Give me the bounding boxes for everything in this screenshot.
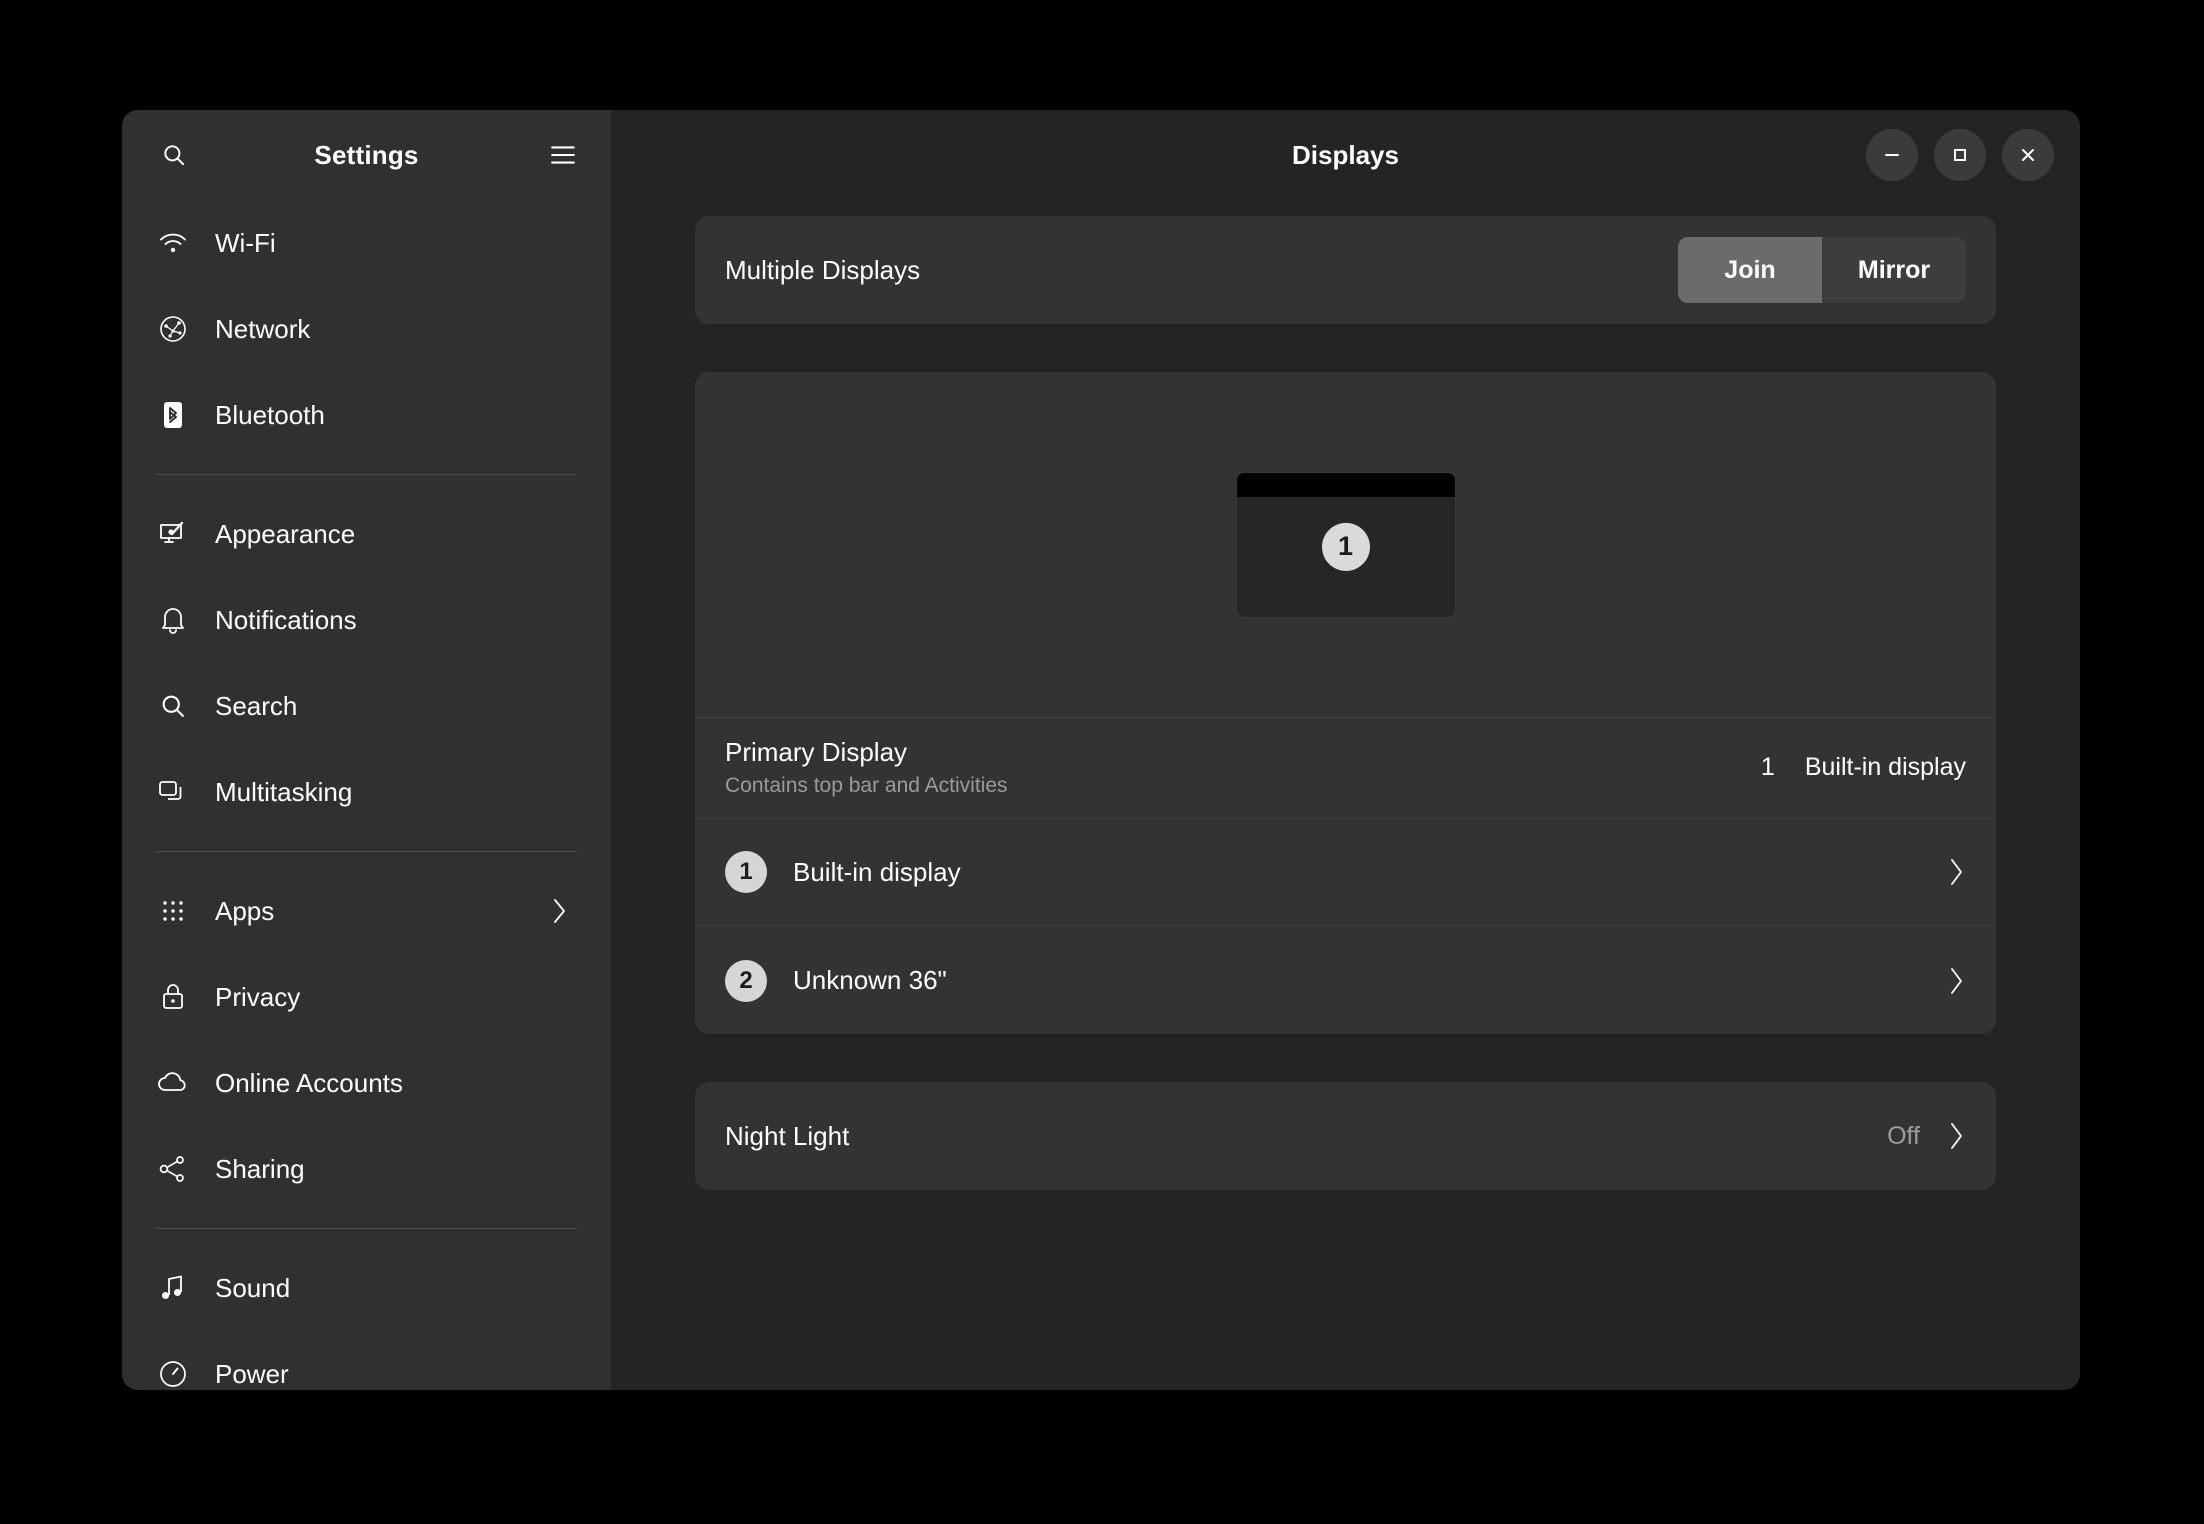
search-icon[interactable] <box>152 133 196 177</box>
sidebar-divider <box>156 1228 577 1229</box>
sidebar-item-multitasking[interactable]: Multitasking <box>146 749 587 835</box>
chevron-right-icon <box>1946 855 1966 889</box>
night-light-row[interactable]: Night Light Off <box>695 1082 1996 1190</box>
bell-icon <box>156 603 190 637</box>
chevron-right-icon <box>1946 964 1966 998</box>
monitor-number-badge: 1 <box>1321 522 1370 571</box>
close-icon[interactable] <box>2002 129 2054 181</box>
sidebar-item-network[interactable]: Network <box>146 286 587 372</box>
night-light-value: Off <box>1887 1121 1920 1150</box>
sidebar-item-privacy[interactable]: Privacy <box>146 954 587 1040</box>
music-note-icon <box>156 1271 190 1305</box>
chevron-right-icon <box>549 895 569 927</box>
sidebar-item-label: Search <box>215 690 298 721</box>
search-icon <box>156 689 190 723</box>
grid-apps-icon <box>156 894 190 928</box>
multiple-displays-label: Multiple Displays <box>725 254 921 285</box>
join-button[interactable]: Join <box>1678 237 1822 303</box>
night-light-card: Night Light Off <box>695 1082 1996 1190</box>
power-icon <box>156 1357 190 1390</box>
sidebar-item-power[interactable]: Power <box>146 1331 587 1390</box>
lock-icon <box>156 980 190 1014</box>
monitor-thumbnail-1[interactable]: 1 <box>1235 471 1456 618</box>
sidebar: Settings Wi-Fi Network Bluetooth Appeara… <box>122 110 611 1390</box>
primary-display-number: 1 <box>1760 753 1775 781</box>
night-light-end: Off <box>1887 1119 1966 1153</box>
display-name: Unknown 36" <box>793 965 947 995</box>
sidebar-item-search[interactable]: Search <box>146 663 587 749</box>
sidebar-item-label: Apps <box>215 895 275 926</box>
display-row-2[interactable]: 2 Unknown 36" <box>695 926 1996 1034</box>
minimize-icon[interactable] <box>1866 129 1918 181</box>
sidebar-item-label: Multitasking <box>215 776 353 807</box>
network-icon <box>156 312 190 346</box>
appearance-icon <box>156 517 190 551</box>
sidebar-item-label: Appearance <box>215 518 356 549</box>
sidebar-item-label: Network <box>215 313 311 344</box>
share-icon <box>156 1152 190 1186</box>
settings-window: Settings Wi-Fi Network Bluetooth Appeara… <box>122 110 2080 1390</box>
page-title: Displays <box>1292 139 1399 170</box>
sidebar-item-wifi[interactable]: Wi-Fi <box>146 200 587 286</box>
multitasking-icon <box>156 775 190 809</box>
bluetooth-icon <box>156 398 190 432</box>
primary-display-row[interactable]: Primary Display Contains top bar and Act… <box>695 718 1996 818</box>
sidebar-item-apps[interactable]: Apps <box>146 868 587 954</box>
monitor-topbar <box>1236 472 1455 497</box>
main-pane: Displays Multiple Displays Join Mirror 1… <box>611 110 2080 1390</box>
display-row-end <box>1946 855 1966 889</box>
display-number-badge: 2 <box>725 959 767 1002</box>
sidebar-item-online-accounts[interactable]: Online Accounts <box>146 1040 587 1126</box>
window-titlebar: Displays <box>611 110 2080 200</box>
sidebar-item-sharing[interactable]: Sharing <box>146 1126 587 1212</box>
sidebar-item-sound[interactable]: Sound <box>146 1245 587 1331</box>
sidebar-item-notifications[interactable]: Notifications <box>146 577 587 663</box>
wifi-icon <box>156 226 190 260</box>
displays-card: 1 Primary Display Contains top bar and A… <box>695 372 1996 1034</box>
cloud-icon <box>156 1066 190 1100</box>
primary-display-label: Primary Display <box>725 737 908 767</box>
mirror-button[interactable]: Mirror <box>1822 237 1966 303</box>
sidebar-divider <box>156 474 577 475</box>
chevron-right-icon <box>1946 1119 1966 1153</box>
window-controls <box>1866 129 2054 181</box>
sidebar-item-label: Bluetooth <box>215 399 325 430</box>
sidebar-item-label: Sound <box>215 1272 291 1303</box>
primary-display-subtitle: Contains top bar and Activities <box>725 774 1008 797</box>
sidebar-item-label: Online Accounts <box>215 1067 403 1098</box>
sidebar-item-label: Power <box>215 1358 289 1389</box>
multiple-displays-row: Multiple Displays Join Mirror <box>695 216 1996 324</box>
sidebar-header: Settings <box>122 110 611 200</box>
sidebar-divider <box>156 851 577 852</box>
hamburger-menu-icon[interactable] <box>541 133 585 177</box>
primary-display-value: 1 Built-in display <box>1761 753 1966 782</box>
sidebar-item-bluetooth[interactable]: Bluetooth <box>146 372 587 458</box>
night-light-label: Night Light <box>725 1120 850 1151</box>
display-number-badge: 1 <box>725 851 767 893</box>
multiple-displays-card: Multiple Displays Join Mirror <box>695 216 1996 324</box>
display-row-end <box>1946 964 1966 998</box>
display-arrangement-area[interactable]: 1 <box>695 372 1996 718</box>
display-name: Built-in display <box>793 856 961 887</box>
displays-content: Multiple Displays Join Mirror 1 Primary … <box>611 200 2080 1390</box>
multiple-displays-segmented-control: Join Mirror <box>1678 237 1966 303</box>
sidebar-item-list: Wi-Fi Network Bluetooth Appearance Notif… <box>122 200 611 1390</box>
primary-display-name: Built-in display <box>1804 753 1966 781</box>
maximize-icon[interactable] <box>1934 129 1986 181</box>
sidebar-item-label: Wi-Fi <box>215 227 276 258</box>
sidebar-item-label: Privacy <box>215 981 301 1012</box>
sidebar-item-label: Sharing <box>215 1153 305 1184</box>
display-row-1[interactable]: 1 Built-in display <box>695 818 1996 926</box>
primary-display-texts: Primary Display Contains top bar and Act… <box>725 737 1008 798</box>
sidebar-item-label: Notifications <box>215 604 357 635</box>
sidebar-item-appearance[interactable]: Appearance <box>146 491 587 577</box>
